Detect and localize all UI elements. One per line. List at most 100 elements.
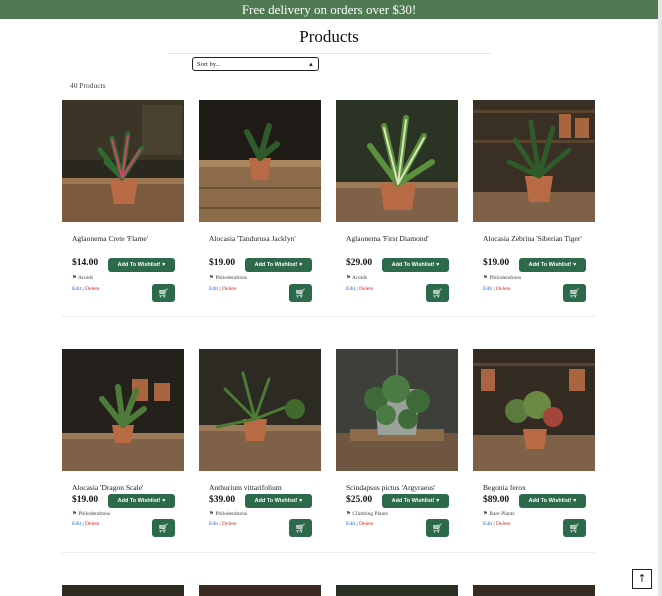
heart-icon: ♥ bbox=[162, 262, 166, 268]
edit-link[interactable]: Edit bbox=[483, 521, 492, 527]
product-admin-links: Edit | Delete bbox=[209, 286, 236, 292]
product-image[interactable] bbox=[62, 100, 184, 222]
product-card: Alocasia 'Dragon Scale' $19.00 Add To Wi… bbox=[62, 349, 184, 549]
shopping-cart-icon: 🛒︎ bbox=[568, 523, 581, 533]
tag-icon: ⚑ bbox=[209, 275, 214, 281]
product-name[interactable]: Begonia ferox bbox=[483, 482, 593, 493]
product-category[interactable]: ⚑ Philodendrons bbox=[209, 511, 247, 517]
add-to-wishlist-button[interactable]: Add To Wishlist! ♥ bbox=[108, 494, 175, 508]
delete-link[interactable]: Delete bbox=[85, 521, 99, 527]
product-name[interactable]: Alocasia Zebrina 'Siberian Tiger' bbox=[483, 233, 593, 244]
sort-select[interactable]: Sort by... ▲︎ bbox=[192, 57, 319, 71]
heart-icon: ♥ bbox=[436, 498, 440, 504]
wishlist-label: Add To Wishlist! bbox=[254, 498, 298, 504]
product-image[interactable] bbox=[336, 349, 458, 471]
row-divider bbox=[62, 316, 595, 317]
product-image[interactable] bbox=[199, 349, 321, 471]
row-divider bbox=[62, 552, 595, 553]
edit-link[interactable]: Edit bbox=[483, 286, 492, 292]
add-to-wishlist-button[interactable]: Add To Wishlist! ♥ bbox=[382, 258, 449, 272]
tag-icon: ⚑ bbox=[346, 511, 351, 517]
heart-icon: ♥ bbox=[299, 498, 303, 504]
product-image[interactable] bbox=[62, 585, 184, 596]
product-price: $19.00 bbox=[209, 258, 236, 268]
category-label: Philodendrons bbox=[78, 511, 111, 517]
product-image[interactable] bbox=[473, 100, 595, 222]
product-category[interactable]: ⚑ Aroids bbox=[346, 275, 367, 281]
delete-link[interactable]: Delete bbox=[496, 521, 510, 527]
add-to-wishlist-button[interactable]: Add To Wishlist! ♥ bbox=[519, 258, 586, 272]
product-card: Aglaonema Crete 'Flame' $14.00 Add To Wi… bbox=[62, 100, 184, 302]
product-name[interactable]: Alocasia 'Tandurusa Jacklyn' bbox=[209, 233, 319, 244]
product-image[interactable] bbox=[473, 585, 595, 596]
link-separator: | bbox=[82, 286, 84, 292]
edit-link[interactable]: Edit bbox=[209, 286, 218, 292]
delete-link[interactable]: Delete bbox=[359, 286, 373, 292]
add-to-cart-button[interactable]: 🛒︎ bbox=[426, 519, 449, 537]
back-to-top-button[interactable]: ↑ bbox=[632, 569, 652, 589]
delete-link[interactable]: Delete bbox=[496, 286, 510, 292]
link-separator: | bbox=[493, 286, 495, 292]
edit-link[interactable]: Edit bbox=[209, 521, 218, 527]
tag-icon: ⚑ bbox=[72, 275, 77, 281]
shopping-cart-icon: 🛒︎ bbox=[157, 288, 170, 298]
tag-icon: ⚑ bbox=[346, 275, 351, 281]
product-category[interactable]: ⚑ Philodendrons bbox=[209, 275, 247, 281]
product-category[interactable]: ⚑ Aroids bbox=[72, 275, 93, 281]
product-name[interactable]: Aglaonema 'First Diamond' bbox=[346, 233, 456, 244]
add-to-wishlist-button[interactable]: Add To Wishlist! ♥ bbox=[245, 258, 312, 272]
add-to-cart-button[interactable]: 🛒︎ bbox=[563, 519, 586, 537]
add-to-wishlist-button[interactable]: Add To Wishlist! ♥ bbox=[382, 494, 449, 508]
product-image[interactable] bbox=[336, 100, 458, 222]
edit-link[interactable]: Edit bbox=[72, 286, 81, 292]
category-label: Climbing Plants bbox=[352, 511, 388, 517]
product-category[interactable]: ⚑ Rare Plants bbox=[483, 511, 515, 517]
add-to-cart-button[interactable]: 🛒︎ bbox=[152, 519, 175, 537]
delete-link[interactable]: Delete bbox=[359, 521, 373, 527]
product-card: Alocasia Zebrina 'Siberian Tiger' $19.00… bbox=[473, 100, 595, 302]
delete-link[interactable]: Delete bbox=[222, 521, 236, 527]
link-separator: | bbox=[82, 521, 84, 527]
delete-link[interactable]: Delete bbox=[222, 286, 236, 292]
add-to-cart-button[interactable]: 🛒︎ bbox=[289, 284, 312, 302]
link-separator: | bbox=[493, 521, 495, 527]
wishlist-label: Add To Wishlist! bbox=[254, 262, 298, 268]
product-image[interactable] bbox=[473, 349, 595, 471]
product-name[interactable]: Scindapsus pictus 'Argyraeus' bbox=[346, 482, 456, 493]
product-category[interactable]: ⚑ Philodendrons bbox=[72, 511, 110, 517]
edit-link[interactable]: Edit bbox=[346, 286, 355, 292]
page-scrollbar[interactable] bbox=[658, 0, 662, 596]
product-category[interactable]: ⚑ Climbing Plants bbox=[346, 511, 388, 517]
shopping-cart-icon: 🛒︎ bbox=[294, 288, 307, 298]
link-separator: | bbox=[356, 286, 358, 292]
add-to-cart-button[interactable]: 🛒︎ bbox=[152, 284, 175, 302]
product-image[interactable] bbox=[336, 585, 458, 596]
product-admin-links: Edit | Delete bbox=[72, 521, 99, 527]
product-image[interactable] bbox=[62, 349, 184, 471]
edit-link[interactable]: Edit bbox=[346, 521, 355, 527]
add-to-wishlist-button[interactable]: Add To Wishlist! ♥ bbox=[245, 494, 312, 508]
edit-link[interactable]: Edit bbox=[72, 521, 81, 527]
product-name[interactable]: Aglaonema Crete 'Flame' bbox=[72, 233, 182, 244]
wishlist-label: Add To Wishlist! bbox=[528, 262, 572, 268]
tag-icon: ⚑ bbox=[72, 511, 77, 517]
product-card: Anthurium vittarifolium $39.00 Add To Wi… bbox=[199, 349, 321, 549]
product-count: 40 Products bbox=[70, 81, 106, 90]
add-to-wishlist-button[interactable]: Add To Wishlist! ♥ bbox=[519, 494, 586, 508]
product-name[interactable]: Alocasia 'Dragon Scale' bbox=[72, 482, 182, 493]
add-to-cart-button[interactable]: 🛒︎ bbox=[289, 519, 312, 537]
category-label: Philodendrons bbox=[215, 511, 248, 517]
add-to-cart-button[interactable]: 🛒︎ bbox=[426, 284, 449, 302]
delete-link[interactable]: Delete bbox=[85, 286, 99, 292]
add-to-cart-button[interactable]: 🛒︎ bbox=[563, 284, 586, 302]
tag-icon: ⚑ bbox=[209, 511, 214, 517]
sort-select-value: Sort by... bbox=[197, 61, 221, 68]
product-category[interactable]: ⚑ Philodendrons bbox=[483, 275, 521, 281]
add-to-wishlist-button[interactable]: Add To Wishlist! ♥ bbox=[108, 258, 175, 272]
product-name[interactable]: Anthurium vittarifolium bbox=[209, 482, 319, 493]
product-image[interactable] bbox=[199, 585, 321, 596]
product-price: $39.00 bbox=[209, 495, 236, 505]
title-divider bbox=[168, 53, 490, 54]
category-label: Rare Plants bbox=[489, 511, 515, 517]
product-image[interactable] bbox=[199, 100, 321, 222]
